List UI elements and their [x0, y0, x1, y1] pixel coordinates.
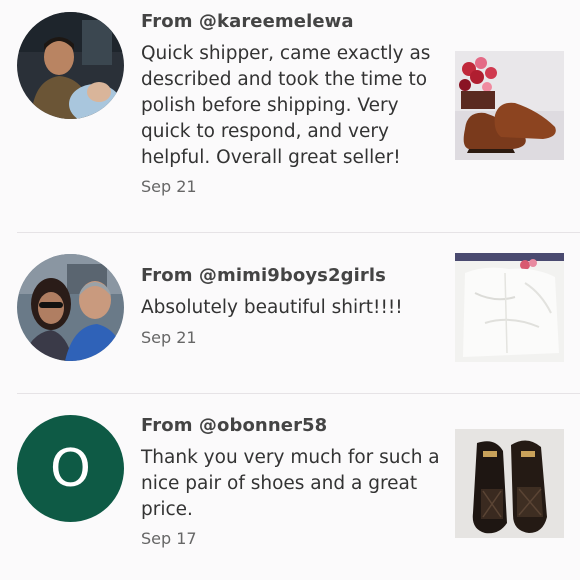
black-woven-loafers-image: [455, 429, 564, 538]
review-list: From @kareemelewa Quick shipper, came ex…: [0, 0, 580, 580]
avatar-photo: [17, 12, 124, 119]
review-item: O From @obonner58 Thank you very much fo…: [0, 394, 580, 580]
white-shirt-image: [455, 253, 564, 362]
review-text: Quick shipper, came exactly as described…: [141, 43, 431, 168]
review-text: Absolutely beautiful shirt!!!!: [141, 297, 403, 318]
brown-dress-shoes-image: [455, 51, 564, 160]
avatar[interactable]: O: [17, 415, 124, 522]
review-date: Sep 21: [141, 177, 197, 196]
avatar[interactable]: [17, 12, 124, 119]
review-date: Sep 17: [141, 529, 197, 548]
avatar-photo: [17, 254, 124, 361]
review-author[interactable]: From @kareemelewa: [141, 11, 354, 32]
review-listing-thumbnail[interactable]: [455, 253, 564, 362]
review-date: Sep 21: [141, 328, 197, 347]
avatar-letter: O: [50, 438, 91, 499]
review-text: Thank you very much for such a nice pair…: [141, 447, 440, 520]
review-item: From @kareemelewa Quick shipper, came ex…: [0, 0, 580, 232]
review-listing-thumbnail[interactable]: [455, 51, 564, 160]
review-author[interactable]: From @mimi9boys2girls: [141, 265, 386, 286]
avatar[interactable]: [17, 254, 124, 361]
review-author[interactable]: From @obonner58: [141, 415, 327, 436]
review-listing-thumbnail[interactable]: [455, 429, 564, 538]
review-item: From @mimi9boys2girls Absolutely beautif…: [0, 233, 580, 393]
